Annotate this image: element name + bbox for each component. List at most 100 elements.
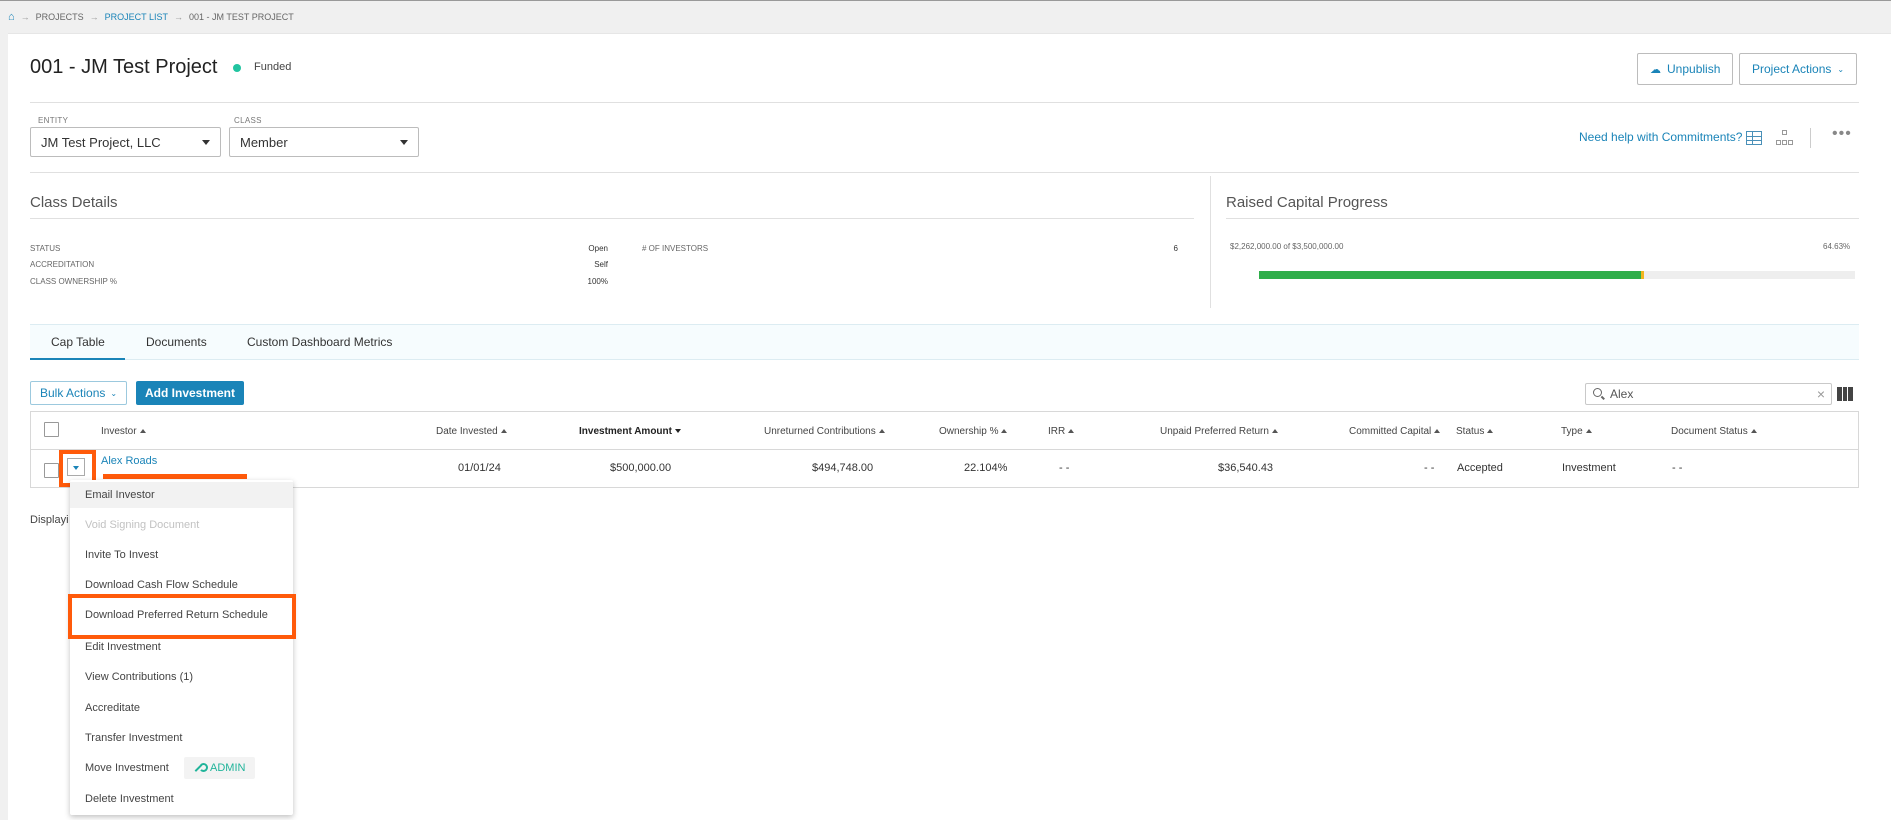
class-value: Member — [240, 134, 288, 150]
toolbar-separator — [1810, 128, 1811, 148]
header-divider — [30, 102, 1859, 103]
status-value: Open — [588, 244, 608, 253]
column-picker-icon[interactable] — [1837, 387, 1854, 401]
cloud-off-icon: ☁ — [1650, 63, 1661, 76]
highlight-underline — [103, 474, 247, 479]
column-header-investment-amount[interactable]: Investment Amount — [579, 426, 681, 437]
chevron-down-icon: ⌄ — [110, 388, 118, 398]
project-actions-button[interactable]: Project Actions ⌄ — [1739, 53, 1858, 85]
hierarchy-view-icon[interactable] — [1776, 130, 1794, 146]
column-header-committed-capital[interactable]: Committed Capital — [1349, 426, 1441, 437]
bulk-actions-label: Bulk Actions — [40, 386, 106, 400]
column-header-ownership[interactable]: Ownership % — [939, 426, 1008, 437]
clear-search-icon[interactable]: × — [1817, 386, 1825, 402]
menu-item-void-signing-document: Void Signing Document — [85, 519, 200, 531]
caret-down-icon — [400, 140, 408, 145]
pagination-summary: Displayi — [30, 514, 69, 526]
accreditation-label: ACCREDITATION — [30, 260, 95, 269]
chevron-down-icon: ⌄ — [1837, 64, 1845, 74]
column-header-unreturned-contributions[interactable]: Unreturned Contributions — [764, 426, 885, 437]
breadcrumb: ⌂ → PROJECTS → PROJECT LIST → 001 - JM T… — [8, 11, 294, 23]
project-actions-label: Project Actions — [1752, 62, 1832, 76]
menu-item-accreditate[interactable]: Accreditate — [70, 695, 293, 721]
cell-committed-capital: - - — [1424, 462, 1435, 474]
raised-capital-progress-fill — [1259, 271, 1645, 279]
select-all-checkbox[interactable] — [44, 422, 59, 437]
tab-documents[interactable]: Documents — [146, 335, 207, 349]
add-investment-button[interactable]: Add Investment — [136, 381, 245, 405]
cell-irr: - - — [1059, 462, 1070, 474]
menu-item-delete-investment[interactable]: Delete Investment — [70, 786, 293, 812]
cell-document-status: - - — [1672, 462, 1683, 474]
breadcrumb-projects[interactable]: PROJECTS — [36, 12, 84, 22]
table-header-separator — [31, 449, 1858, 450]
raised-capital-divider — [1226, 218, 1859, 219]
status-label: STATUS — [30, 244, 61, 253]
cell-status: Accepted — [1457, 462, 1503, 474]
class-label: CLASS — [234, 116, 262, 125]
cap-table: Investor Date Invested Investment Amount… — [30, 411, 1859, 488]
menu-item-view-contributions[interactable]: View Contributions (1) — [70, 664, 293, 690]
unpublish-button[interactable]: ☁ Unpublish — [1637, 53, 1734, 85]
breadcrumb-separator-icon: → — [20, 12, 30, 22]
column-header-irr[interactable]: IRR — [1048, 426, 1075, 437]
breadcrumb-current: 001 - JM TEST PROJECT — [189, 12, 294, 22]
wrench-icon — [194, 763, 208, 773]
breadcrumb-separator-icon: → — [174, 12, 184, 22]
row-checkbox[interactable] — [44, 463, 59, 478]
investors-count-label: # OF INVESTORS — [642, 244, 709, 253]
column-header-investor[interactable]: Investor — [101, 426, 146, 437]
entity-select[interactable]: JM Test Project, LLC — [30, 127, 221, 157]
raised-percent-text: 64.63% — [1823, 242, 1851, 251]
class-ownership-label: CLASS OWNERSHIP % — [30, 277, 117, 286]
admin-badge: ADMIN — [184, 757, 256, 779]
search-input[interactable]: Alex × — [1585, 383, 1832, 405]
row-actions-menu: Email Investor Void Signing Document Inv… — [70, 480, 293, 815]
column-header-unpaid-preferred-return[interactable]: Unpaid Preferred Return — [1160, 426, 1278, 437]
column-header-type[interactable]: Type — [1561, 426, 1592, 437]
tabs-bar: Cap Table Documents Custom Dashboard Met… — [30, 324, 1859, 360]
breadcrumb-project-list[interactable]: PROJECT LIST — [105, 12, 168, 22]
cell-unreturned-contributions: $494,748.00 — [812, 462, 874, 474]
investors-count-value: 6 — [1173, 244, 1178, 253]
class-ownership-value: 100% — [587, 277, 608, 286]
tab-cap-table[interactable]: Cap Table — [51, 335, 105, 349]
class-select[interactable]: Member — [229, 127, 419, 157]
column-header-date-invested[interactable]: Date Invested — [436, 426, 507, 437]
tab-custom-dashboard-metrics[interactable]: Custom Dashboard Metrics — [247, 335, 392, 349]
commitments-help-link[interactable]: Need help with Commitments? — [1579, 130, 1742, 144]
column-header-document-status[interactable]: Document Status — [1671, 426, 1757, 437]
class-details-divider — [30, 218, 1194, 219]
search-icon — [1593, 388, 1602, 397]
breadcrumb-separator-icon: → — [89, 12, 99, 22]
raised-capital-title: Raised Capital Progress — [1226, 194, 1388, 211]
investor-link[interactable]: Alex Roads — [101, 455, 157, 467]
active-tab-indicator — [30, 358, 125, 360]
entity-value: JM Test Project, LLC — [41, 134, 161, 150]
menu-item-email-investor[interactable]: Email Investor — [70, 482, 293, 508]
raised-amount-text: $2,262,000.00 of $3,500,000.00 — [1230, 242, 1344, 251]
menu-item-move-investment[interactable]: Move Investment ADMIN — [70, 755, 293, 781]
cell-date-invested: 01/01/24 — [458, 462, 501, 474]
unpublish-label: Unpublish — [1667, 62, 1721, 76]
menu-item-invite-to-invest[interactable]: Invite To Invest — [70, 542, 293, 568]
column-header-status[interactable]: Status — [1456, 426, 1494, 437]
home-icon[interactable]: ⌂ — [8, 11, 15, 23]
entity-label: ENTITY — [38, 116, 69, 125]
top-border — [0, 0, 1891, 1]
menu-item-transfer-investment[interactable]: Transfer Investment — [70, 725, 293, 751]
accreditation-value: Self — [594, 260, 608, 269]
status-dot-icon — [233, 64, 241, 72]
project-status: Funded — [254, 61, 292, 73]
admin-badge-label: ADMIN — [210, 762, 246, 774]
cell-investment-amount: $500,000.00 — [610, 462, 672, 474]
bulk-actions-button[interactable]: Bulk Actions ⌄ — [30, 381, 128, 405]
cell-type: Investment — [1562, 462, 1616, 474]
more-options-icon[interactable]: ••• — [1832, 125, 1852, 143]
table-view-icon[interactable] — [1746, 131, 1762, 145]
filters-divider — [30, 172, 1859, 173]
caret-down-icon — [202, 140, 210, 145]
search-value: Alex — [1610, 387, 1634, 401]
section-divider-vertical — [1210, 176, 1211, 308]
raised-capital-progress-bar — [1259, 271, 1855, 279]
